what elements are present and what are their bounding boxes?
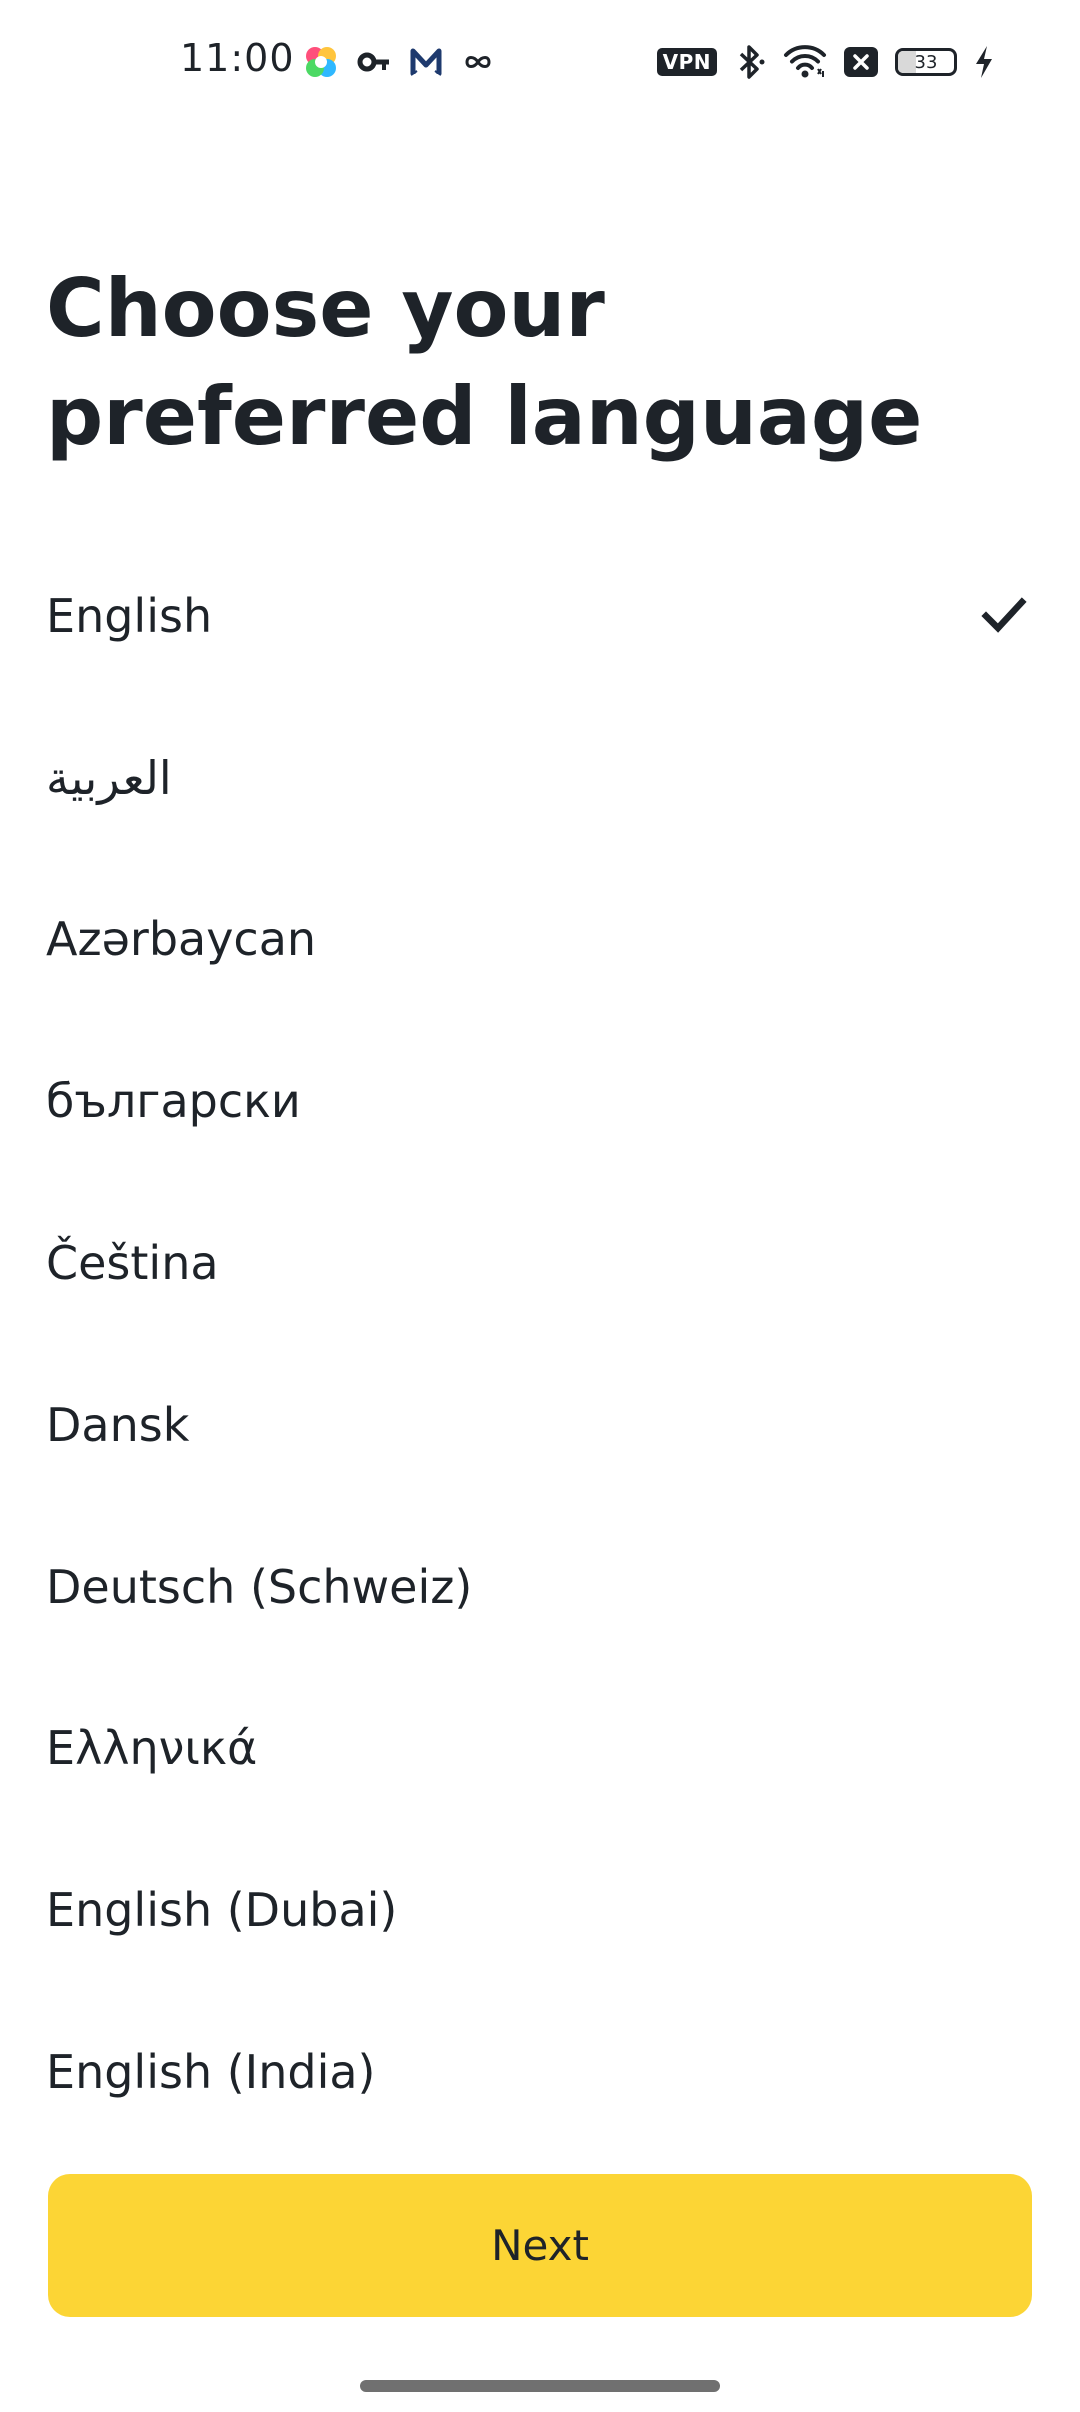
language-item-czech[interactable]: Čeština	[0, 1182, 1080, 1344]
language-label: Azərbaycan	[46, 912, 317, 967]
pinwheel-app-icon	[303, 44, 339, 80]
language-label: English (India)	[46, 2045, 376, 2100]
sim-off-icon	[843, 46, 879, 78]
language-label: Deutsch (Schweiz)	[46, 1559, 473, 1614]
mail-icon	[409, 45, 443, 79]
status-bar: 11:00 VPN 33	[0, 0, 1080, 120]
wifi-icon	[783, 43, 827, 81]
page-title: Choose your preferred language	[46, 262, 923, 463]
language-item-arabic[interactable]: العربية	[0, 697, 1080, 859]
checkmark-icon	[980, 592, 1028, 640]
language-label: Ελληνικά	[46, 1721, 258, 1776]
language-item-bulgarian[interactable]: български	[0, 1020, 1080, 1182]
vpn-icon: VPN	[656, 48, 717, 76]
status-right-icons: VPN 33	[656, 40, 995, 84]
infinity-icon	[461, 45, 495, 79]
language-item-english-india[interactable]: English (India)	[0, 1991, 1080, 2153]
status-time: 11:00	[180, 36, 295, 80]
language-label: Čeština	[46, 1236, 219, 1291]
battery-level: 33	[914, 51, 938, 73]
language-item-english[interactable]: English	[0, 535, 1080, 697]
status-left-icons	[303, 40, 495, 84]
key-icon	[357, 45, 391, 79]
language-item-danish[interactable]: Dansk	[0, 1344, 1080, 1506]
language-item-german-switzerland[interactable]: Deutsch (Schweiz)	[0, 1506, 1080, 1668]
language-label: български	[46, 1074, 301, 1129]
language-label: العربية	[46, 750, 172, 805]
next-button[interactable]: Next	[48, 2174, 1032, 2317]
language-label: English (Dubai)	[46, 1883, 398, 1938]
language-list: English العربية Azərbaycan български Češ…	[0, 535, 1080, 2153]
language-item-azerbaijani[interactable]: Azərbaycan	[0, 859, 1080, 1021]
language-item-greek[interactable]: Ελληνικά	[0, 1668, 1080, 1830]
home-indicator[interactable]	[360, 2380, 720, 2392]
battery-icon: 33	[895, 48, 957, 76]
language-item-english-dubai[interactable]: English (Dubai)	[0, 1829, 1080, 1991]
language-label: English	[46, 588, 213, 643]
bluetooth-icon	[733, 43, 767, 81]
charging-icon	[973, 44, 995, 80]
language-label: Dansk	[46, 1397, 190, 1452]
